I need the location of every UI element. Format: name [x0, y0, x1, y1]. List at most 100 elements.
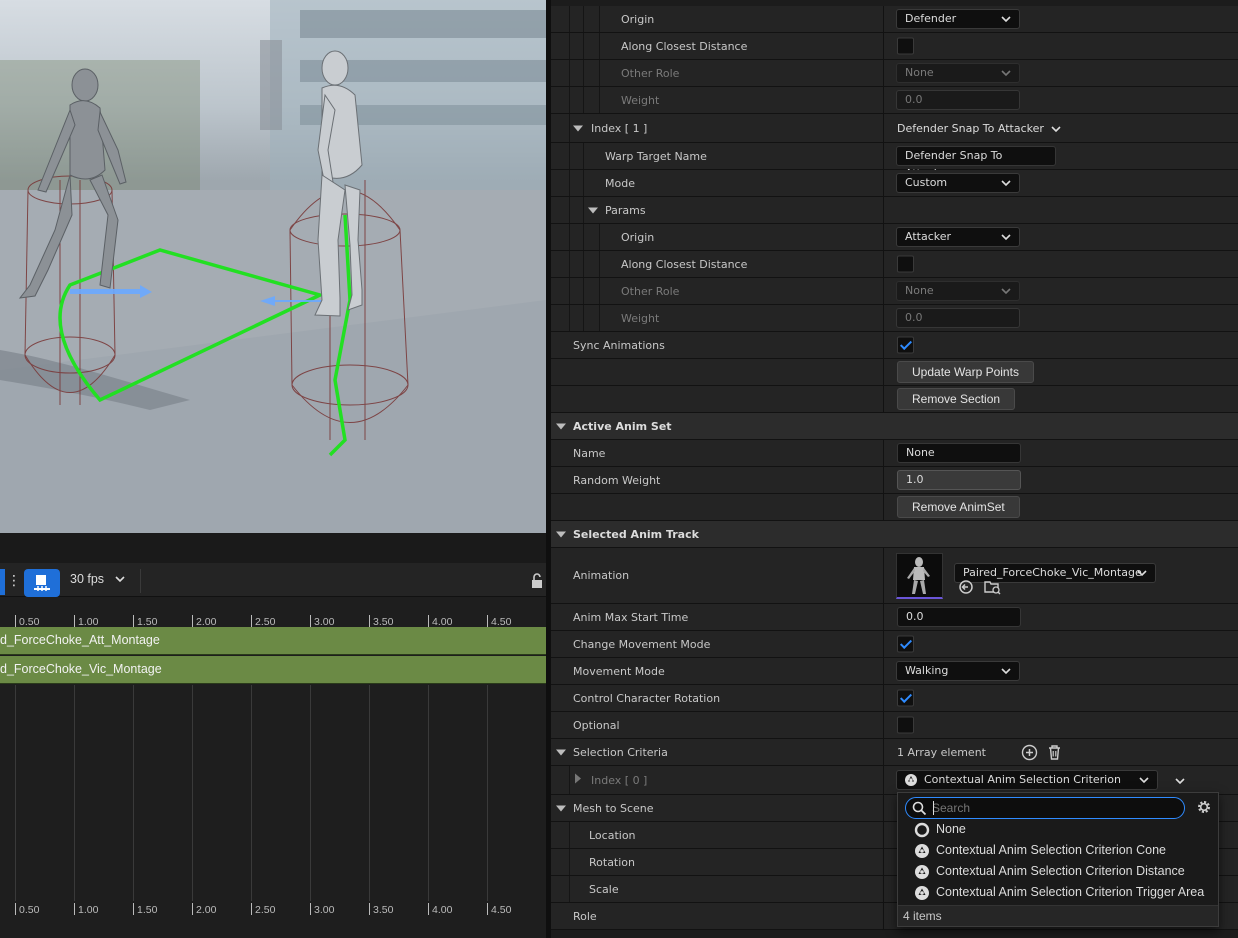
animation-value: Paired_ForceChoke_Vic_Montage	[963, 566, 1142, 579]
optional-checkbox[interactable]	[897, 716, 914, 734]
text-caret	[933, 801, 934, 815]
row-warp-target: Warp Target Name Defender Snap To Attack…	[551, 143, 1238, 180]
expand-arrow-icon[interactable]	[556, 531, 566, 538]
ruler-label: 3.00	[314, 904, 335, 916]
expand-arrow-icon[interactable]	[588, 207, 598, 214]
origin-dropdown[interactable]: Defender	[896, 9, 1020, 29]
fps-dropdown[interactable]: 30 fps	[70, 572, 104, 586]
chevron-down-icon	[1001, 234, 1011, 241]
chevron-down-icon[interactable]	[1174, 775, 1186, 787]
change-movement-checkbox[interactable]	[897, 635, 914, 653]
add-element-icon[interactable]	[1021, 744, 1038, 761]
chevron-down-icon	[1001, 668, 1011, 675]
other-role-dropdown: None	[896, 63, 1020, 83]
row-selection-criteria[interactable]: Selection Criteria 1 Array element	[551, 739, 1238, 766]
ruler-tick	[369, 615, 370, 627]
ruler-tick	[251, 615, 252, 627]
class-option-distance[interactable]: Contextual Anim Selection Criterion Dist…	[898, 861, 1218, 882]
row-index-0[interactable]: Index [ 0 ] Contextual Anim Selection Cr…	[551, 766, 1238, 804]
origin-dropdown[interactable]: Attacker	[896, 227, 1020, 247]
row-index-1[interactable]: Index [ 1 ] Defender Snap To Attacker	[551, 114, 1238, 143]
warp-target-field[interactable]: Defender Snap To Attacker	[896, 146, 1056, 180]
remove-animset-button[interactable]: Remove AnimSet	[897, 496, 1020, 518]
row-params[interactable]: Params	[551, 197, 1238, 224]
sync-animations-checkbox[interactable]	[897, 336, 914, 354]
ruler-label: 1.00	[78, 904, 99, 916]
time-ruler-bottom[interactable]: 0.50 1.00 1.50 2.00 2.50 3.00 3.50 4.00 4.50	[0, 901, 546, 923]
use-selected-icon[interactable]	[958, 579, 974, 595]
movement-mode-dropdown[interactable]: Walking	[896, 661, 1020, 681]
random-weight-label: Random Weight	[573, 473, 661, 487]
class-picker-popup: None Contextual Anim Selection Criterion…	[897, 792, 1219, 927]
anim-max-start-field[interactable]: 0.0	[897, 607, 1021, 627]
anim-track-attacker[interactable]: d_ForceChoke_Att_Montage	[0, 627, 546, 655]
grid-line	[133, 685, 134, 901]
browse-folder-icon[interactable]	[984, 579, 1002, 595]
section-active-anim-set[interactable]: Active Anim Set	[551, 413, 1238, 440]
row-control-rotation: Control Character Rotation	[551, 685, 1238, 712]
class-option-cone[interactable]: Contextual Anim Selection Criterion Cone	[898, 840, 1218, 861]
ruler-tick	[192, 615, 193, 627]
row-along-closest: Along Closest Distance	[551, 33, 1238, 60]
expand-arrow-icon[interactable]	[573, 125, 583, 132]
section-title: Selected Anim Track	[573, 527, 699, 541]
row-optional: Optional	[551, 712, 1238, 739]
mode-dropdown[interactable]: Custom	[896, 173, 1020, 193]
update-warp-points-button[interactable]: Update Warp Points	[897, 361, 1034, 383]
expand-arrow-icon[interactable]	[556, 749, 566, 756]
search-input[interactable]	[932, 800, 1172, 816]
grid-line	[428, 685, 429, 901]
row-remove-animset: Remove AnimSet	[551, 494, 1238, 521]
expand-arrow-icon[interactable]	[556, 805, 566, 812]
gear-icon[interactable]	[1195, 798, 1213, 816]
auto-key-button[interactable]	[24, 569, 60, 597]
chevron-down-icon[interactable]	[114, 573, 126, 585]
class-option-none[interactable]: None	[898, 819, 1218, 840]
expand-arrow-icon[interactable]	[556, 423, 566, 430]
row-sync-animations: Sync Animations	[551, 332, 1238, 359]
anim-track-victim[interactable]: d_ForceChoke_Vic_Montage	[0, 656, 546, 684]
ruler-tick	[192, 903, 193, 915]
along-closest-label: Along Closest Distance	[621, 257, 748, 271]
ruler-label: 4.00	[432, 904, 453, 916]
ruler-label: 2.00	[196, 904, 217, 916]
criterion-class-dropdown[interactable]: Contextual Anim Selection Criterion Cone	[896, 770, 1158, 804]
along-closest-checkbox[interactable]	[897, 255, 914, 273]
name-field[interactable]: None	[897, 443, 1021, 463]
selection-criteria-label: Selection Criteria	[573, 745, 668, 759]
row-update-warp: Update Warp Points	[551, 359, 1238, 386]
control-rotation-checkbox[interactable]	[897, 689, 914, 707]
lock-icon[interactable]	[530, 573, 544, 589]
random-weight-field[interactable]: 1.0	[897, 470, 1021, 490]
timeline-grid[interactable]	[0, 685, 546, 901]
grid-line	[310, 685, 311, 901]
timeline-menu-icon[interactable]: ⋮	[7, 571, 21, 591]
optional-label: Optional	[573, 718, 620, 732]
section-selected-anim-track[interactable]: Selected Anim Track	[551, 521, 1238, 548]
remove-section-button[interactable]: Remove Section	[897, 388, 1016, 410]
origin-value: Attacker	[905, 230, 952, 243]
timeline-accent	[0, 569, 5, 595]
ruler-tick	[428, 903, 429, 915]
trash-icon[interactable]	[1047, 744, 1062, 761]
3d-viewport[interactable]	[0, 0, 546, 533]
search-box[interactable]	[905, 797, 1185, 819]
ruler-label: 1.50	[137, 904, 158, 916]
expand-arrow-icon[interactable]	[575, 773, 581, 784]
chevron-down-icon[interactable]	[1050, 123, 1062, 135]
chevron-down-icon	[1001, 288, 1011, 295]
class-icon	[915, 844, 929, 858]
along-closest-checkbox[interactable]	[897, 37, 914, 55]
weight-label: Weight	[621, 93, 660, 107]
chevron-down-icon	[1001, 180, 1011, 187]
option-label: Contextual Anim Selection Criterion Dist…	[936, 864, 1185, 878]
grid-line	[192, 685, 193, 901]
chevron-down-icon	[1001, 16, 1011, 23]
index-1-value[interactable]: Defender Snap To Attacker	[897, 122, 1044, 135]
origin-label: Origin	[621, 12, 655, 26]
row-along-closest-2: Along Closest Distance	[551, 251, 1238, 278]
row-movement-mode: Movement Mode Walking	[551, 658, 1238, 685]
mesh-to-scene-label: Mesh to Scene	[573, 801, 654, 815]
class-option-trigger-area[interactable]: Contextual Anim Selection Criterion Trig…	[898, 882, 1218, 903]
track-label: d_ForceChoke_Vic_Montage	[0, 662, 162, 676]
